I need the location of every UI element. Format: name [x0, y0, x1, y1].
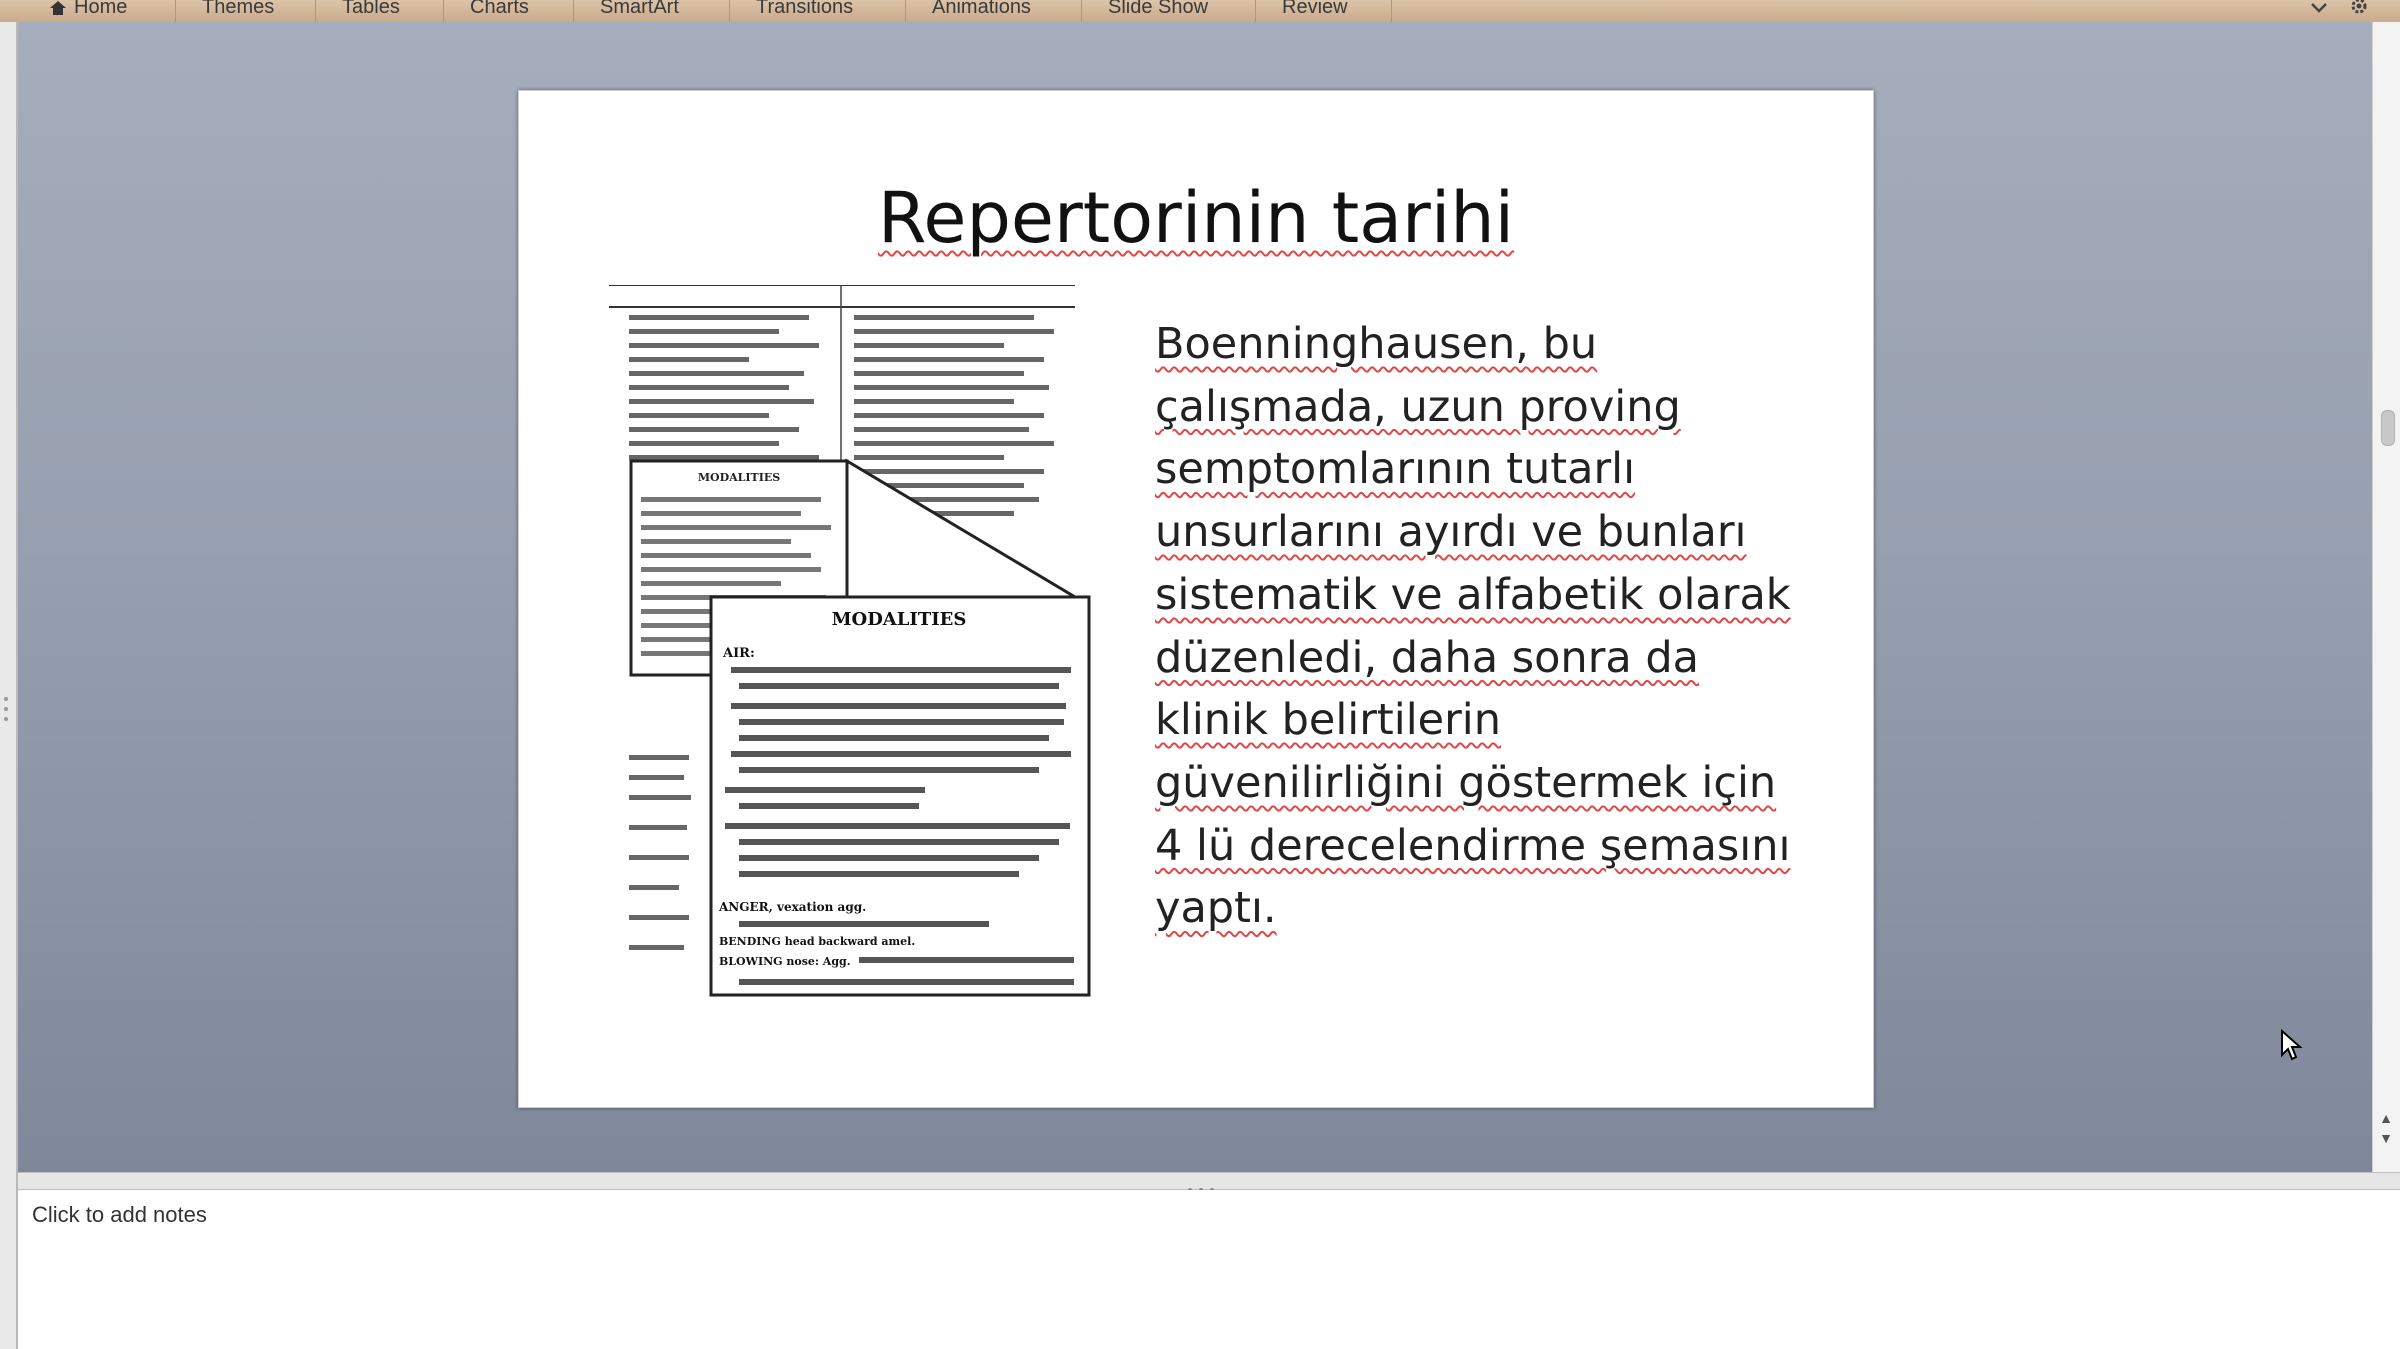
tab-transitions[interactable]: Transitions: [730, 0, 906, 22]
mouse-pointer-icon: [2281, 1029, 2303, 1061]
tab-review[interactable]: Review: [1256, 0, 1392, 22]
body-line-text: Boenninghausen, bu: [1155, 319, 1598, 369]
slide-title-text: Repertorinin tarihi: [877, 177, 1515, 259]
slide-body-text[interactable]: Boenninghausen, bu çalışmada, uzun provi…: [1155, 313, 1855, 940]
body-line-text: klinik belirtilerin: [1155, 695, 1501, 746]
tab-smartart[interactable]: SmartArt: [574, 0, 730, 22]
entry-blowing: BLOWING nose: Agg.: [719, 955, 851, 968]
body-line: Boenninghausen, bu: [1155, 313, 1855, 376]
tab-slide-show[interactable]: Slide Show: [1082, 0, 1256, 22]
tab-tables[interactable]: Tables: [316, 0, 444, 22]
tab-label: Slide Show: [1108, 0, 1209, 18]
tab-label: Review: [1282, 0, 1348, 18]
scrollbar-thumb[interactable]: [2381, 410, 2395, 446]
tab-home[interactable]: Home: [24, 0, 176, 22]
vertical-scrollbar[interactable]: [2372, 22, 2400, 1172]
body-line-text: güvenilirliğini göstermek için: [1155, 757, 1777, 808]
slide-title[interactable]: Repertorinin tarihi: [519, 173, 1873, 263]
gear-icon[interactable]: [2346, 0, 2372, 16]
body-line: güvenilirliğini göstermek için: [1155, 752, 1855, 815]
repertory-page-image[interactable]: MODALITIES MODALITIES AIR: ANGER, vexati…: [609, 285, 1095, 1003]
notes-pane[interactable]: Click to add notes: [18, 1190, 2400, 1349]
left-pane-resize-handle[interactable]: [4, 697, 10, 737]
body-line-text: semptomlarının tutarlı: [1155, 444, 1636, 495]
tab-label: Transitions: [756, 0, 854, 18]
tab-charts[interactable]: Charts: [444, 0, 574, 22]
tab-label: Tables: [342, 0, 400, 18]
body-line-text: çalışmada, uzun proving: [1155, 381, 1681, 432]
body-line-text: sistematik ve alfabetik olarak: [1155, 569, 1791, 620]
tab-themes[interactable]: Themes: [176, 0, 316, 22]
splitter-grip-icon: [1188, 1179, 1228, 1192]
body-line: çalışmada, uzun proving: [1155, 376, 1855, 439]
next-slide-icon[interactable]: ▼: [2376, 1131, 2396, 1145]
home-icon: [50, 0, 66, 15]
slide-navigation: ▲ ▼: [2376, 1111, 2396, 1168]
left-pane-edge: [0, 22, 18, 1349]
body-line: klinik belirtilerin: [1155, 689, 1855, 752]
entry-anger: ANGER, vexation agg.: [718, 900, 866, 914]
tab-label: Home: [74, 0, 128, 18]
notes-splitter[interactable]: [18, 1172, 2400, 1192]
slide[interactable]: Repertorinin tarihi MODALITIES MODALITIE…: [518, 90, 1874, 1108]
body-line-text: düzenledi, daha sonra da: [1155, 632, 1700, 683]
tab-animations[interactable]: Animations: [906, 0, 1082, 22]
body-line: yaptı.: [1155, 877, 1855, 940]
ribbon-tab-bar: Home Themes Tables Charts SmartArt Trans…: [0, 0, 2400, 23]
notes-placeholder[interactable]: Click to add notes: [32, 1202, 207, 1228]
small-modalities-heading: MODALITIES: [698, 471, 780, 484]
body-line: sistematik ve alfabetik olarak: [1155, 564, 1855, 627]
collapse-ribbon-icon[interactable]: [2306, 0, 2332, 16]
body-line: unsurlarını ayırdı ve bunları: [1155, 501, 1855, 564]
slide-canvas: Repertorinin tarihi MODALITIES MODALITIE…: [18, 22, 2372, 1172]
body-line-text: 4 lü derecelendirme şemasını: [1155, 820, 1791, 871]
modalities-heading: MODALITIES: [832, 609, 967, 630]
body-line: düzenledi, daha sonra da: [1155, 627, 1855, 690]
body-line-text: yaptı.: [1155, 883, 1277, 934]
tab-label: SmartArt: [600, 0, 679, 18]
body-line-text: unsurlarını ayırdı ve bunları: [1155, 507, 1747, 558]
body-line: semptomlarının tutarlı: [1155, 438, 1855, 501]
entry-bending: BENDING head backward amel.: [719, 935, 915, 948]
tab-label: Animations: [932, 0, 1031, 18]
body-line: 4 lü derecelendirme şemasını: [1155, 815, 1855, 878]
entry-air: AIR:: [722, 646, 755, 661]
tab-label: Themes: [202, 0, 275, 18]
previous-slide-icon[interactable]: ▲: [2376, 1111, 2396, 1125]
tab-label: Charts: [470, 0, 529, 18]
